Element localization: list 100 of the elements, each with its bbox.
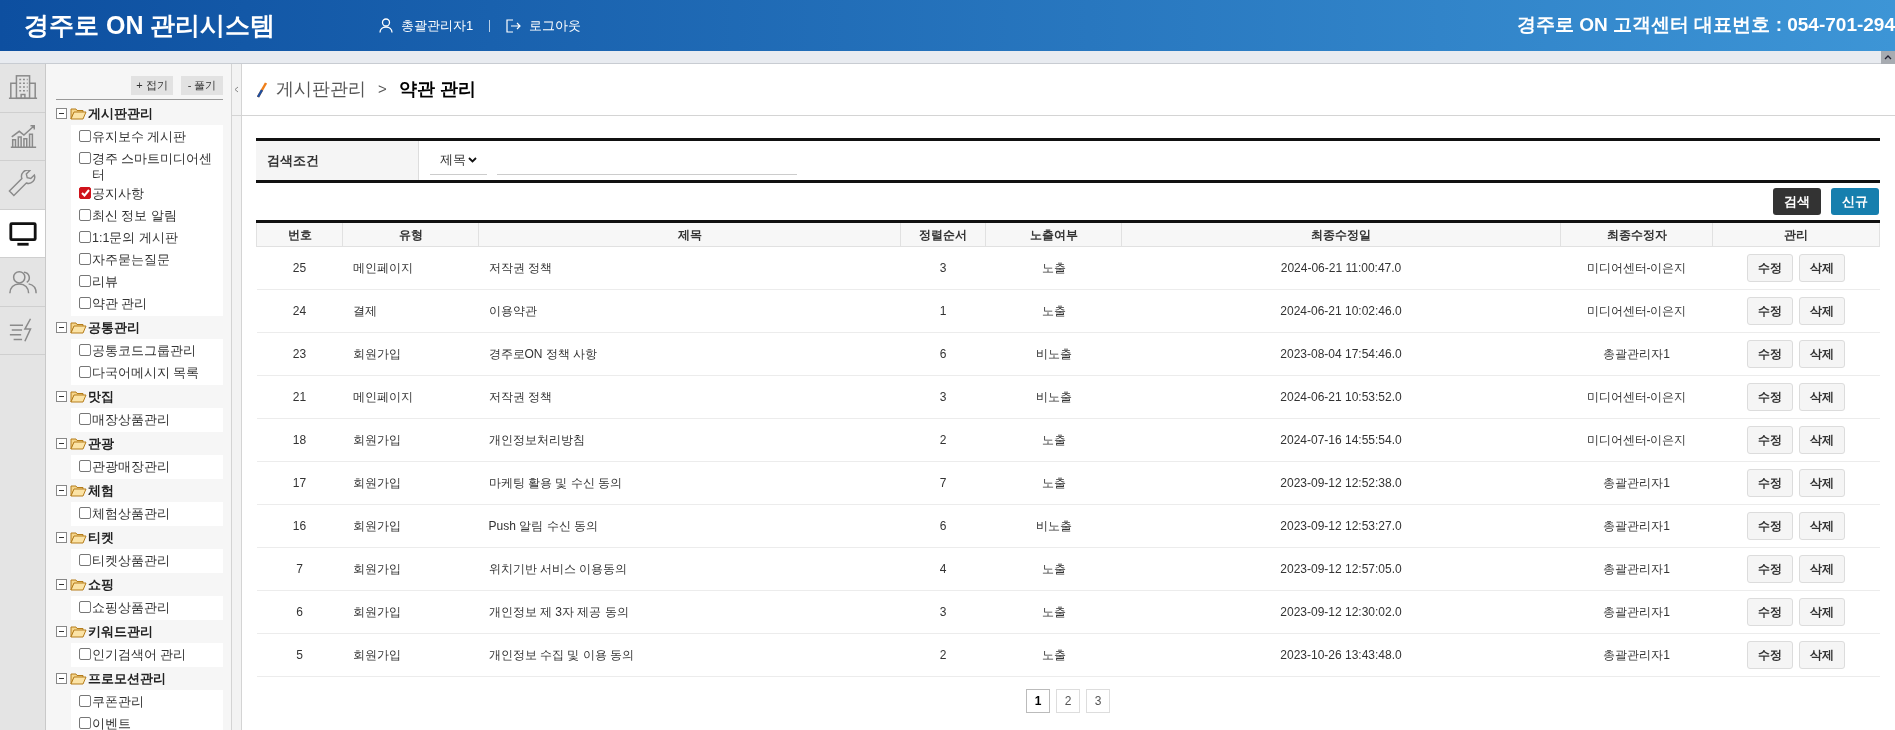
tree-group-label[interactable]: 공통관리 [88, 317, 140, 338]
table-cell: 회원가입 [342, 504, 479, 548]
delete-button[interactable]: 삭제 [1799, 469, 1845, 497]
tree-checkbox[interactable] [79, 366, 91, 378]
table-cell: 4 [900, 547, 986, 591]
tree-checkbox[interactable] [79, 413, 91, 425]
table-cell: 25 [256, 246, 343, 290]
page-button[interactable]: 3 [1086, 689, 1110, 713]
tree-checkbox[interactable] [79, 253, 91, 265]
new-button[interactable]: 신규 [1831, 188, 1879, 215]
tree-checkbox[interactable] [79, 554, 91, 566]
folder-icon [70, 531, 87, 544]
tree-item-label[interactable]: 쿠폰관리 [92, 694, 223, 710]
page-button[interactable]: 1 [1026, 689, 1050, 713]
tree-checkbox[interactable] [79, 231, 91, 243]
tree-item-label[interactable]: 공지사항 [92, 186, 223, 202]
table-cell: 결제 [342, 289, 479, 333]
column-header: 최종수정자 [1560, 221, 1713, 247]
minus-icon [58, 534, 65, 541]
edit-button[interactable]: 수정 [1747, 512, 1793, 540]
tree-checkbox[interactable] [79, 130, 91, 142]
tree-checkbox[interactable] [79, 460, 91, 472]
tree-group-label[interactable]: 키워드관리 [88, 621, 153, 642]
collapse-toggle[interactable] [56, 438, 67, 449]
breadcrumb-link[interactable]: 게시판관리 [276, 76, 366, 103]
tree-checkbox[interactable] [79, 209, 91, 221]
tree-checkbox[interactable] [79, 152, 91, 164]
collapse-toggle[interactable] [56, 391, 67, 402]
tree-checkbox[interactable] [79, 648, 91, 660]
minus-icon [58, 581, 65, 588]
table-cell: 메인페이지 [342, 246, 479, 290]
expand-all-button[interactable]: - 풀기 [181, 76, 223, 95]
delete-button[interactable]: 삭제 [1799, 555, 1845, 583]
collapse-toggle[interactable] [56, 532, 67, 543]
tree-checkbox[interactable] [79, 717, 91, 729]
tree-group-label[interactable]: 체험 [88, 480, 114, 501]
tree-checkbox[interactable] [79, 344, 91, 356]
tree-checkbox[interactable] [79, 601, 91, 613]
collapse-all-button[interactable]: + 접기 [131, 76, 173, 95]
collapse-toggle[interactable] [56, 579, 67, 590]
delete-button[interactable]: 삭제 [1799, 641, 1845, 669]
delete-button[interactable]: 삭제 [1799, 297, 1845, 325]
delete-button[interactable]: 삭제 [1799, 383, 1845, 411]
collapse-toggle[interactable] [56, 322, 67, 333]
edit-button[interactable]: 수정 [1747, 297, 1793, 325]
tree-group-label[interactable]: 프로모션관리 [88, 668, 166, 689]
table-cell: 비노출 [985, 332, 1122, 376]
tree-checkbox[interactable] [79, 187, 91, 199]
tree-group-label[interactable]: 쇼핑 [88, 574, 114, 595]
search-button[interactable]: 검색 [1773, 188, 1821, 215]
collapse-toggle[interactable] [56, 673, 67, 684]
edit-button[interactable]: 수정 [1747, 383, 1793, 411]
delete-button[interactable]: 삭제 [1799, 254, 1845, 282]
table-cell: 2024-06-21 10:53:52.0 [1121, 375, 1561, 419]
tree-item-label[interactable]: 리뷰 [92, 274, 223, 290]
tree-item-label[interactable]: 다국어메시지 목록 [92, 365, 223, 381]
edit-button[interactable]: 수정 [1747, 426, 1793, 454]
scroll-up-button[interactable] [1881, 51, 1895, 64]
tree-item-label[interactable]: 유지보수 게시판 [92, 129, 223, 145]
sidebar-tab[interactable] [0, 209, 45, 258]
page-button[interactable]: 2 [1056, 689, 1080, 713]
delete-button[interactable]: 삭제 [1799, 512, 1845, 540]
edit-button[interactable]: 수정 [1747, 254, 1793, 282]
edit-button[interactable]: 수정 [1747, 469, 1793, 497]
edit-button[interactable]: 수정 [1747, 340, 1793, 368]
tree-checkbox[interactable] [79, 275, 91, 287]
tree-item-label[interactable]: 1:1문의 게시판 [92, 230, 223, 246]
tree-item-label[interactable]: 공통코드그룹관리 [92, 343, 223, 359]
edit-button[interactable]: 수정 [1747, 555, 1793, 583]
tree-item-label[interactable]: 경주 스마트미디어센터 [92, 151, 223, 183]
tree-item-label[interactable]: 자주묻는질문 [92, 252, 223, 268]
tree-group-label[interactable]: 관광 [88, 433, 114, 454]
column-header: 노출여부 [985, 221, 1122, 247]
collapse-toggle[interactable] [56, 485, 67, 496]
delete-button[interactable]: 삭제 [1799, 598, 1845, 626]
logout-link[interactable]: 로그아웃 [529, 15, 582, 36]
tree-group-label[interactable]: 맛집 [88, 386, 114, 407]
table-cell: 1 [900, 289, 986, 333]
tree-group-label[interactable]: 티켓 [88, 527, 114, 548]
edit-button[interactable]: 수정 [1747, 598, 1793, 626]
tree-checkbox[interactable] [79, 297, 91, 309]
user-name[interactable]: 총괄관리자1 [401, 15, 474, 36]
table-cell: 경주로ON 정책 사항 [478, 332, 901, 376]
tree-item-label[interactable]: 최신 정보 알림 [92, 208, 223, 224]
table-cell: 미디어센터-이은지 [1560, 418, 1713, 462]
collapse-toggle[interactable] [56, 108, 67, 119]
delete-button[interactable]: 삭제 [1799, 426, 1845, 454]
collapse-toggle[interactable] [56, 626, 67, 637]
tree-group-label[interactable]: 게시판관리 [88, 103, 153, 124]
field-select[interactable]: 제목 [430, 146, 487, 175]
tree-checkbox[interactable] [79, 695, 91, 707]
table-cell: 노출 [985, 246, 1122, 290]
tree-checkbox[interactable] [79, 507, 91, 519]
minus-icon [58, 324, 65, 331]
table-cell: 2024-07-16 14:55:54.0 [1121, 418, 1561, 462]
tree-item-label[interactable]: 이벤트 [92, 716, 223, 730]
table-cell: 3 [900, 375, 986, 419]
tree-item-label[interactable]: 약관 관리 [92, 296, 223, 312]
edit-button[interactable]: 수정 [1747, 641, 1793, 669]
delete-button[interactable]: 삭제 [1799, 340, 1845, 368]
